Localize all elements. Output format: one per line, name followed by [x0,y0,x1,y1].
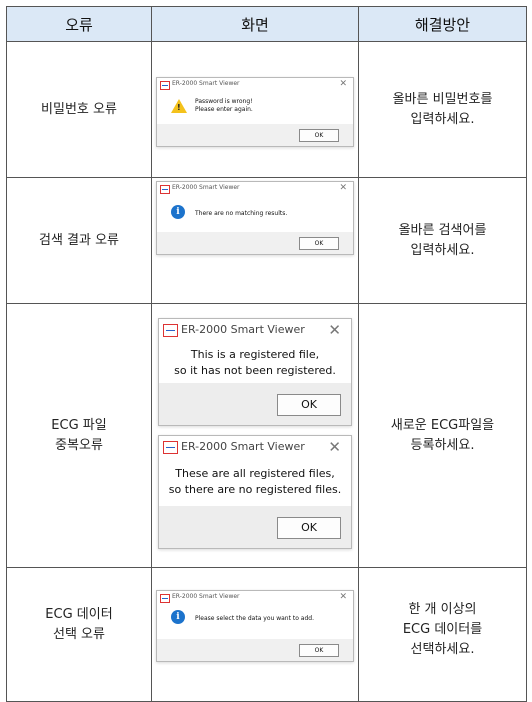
solution-cell: 새로운 ECG파일을 등록하세요. [358,303,527,568]
ok-button[interactable]: OK [277,517,341,539]
header-error: 오류 [6,6,152,42]
solution-cell: 한 개 이상의 ECG 데이터를 선택하세요. [358,567,527,702]
table-row: ECG 데이터 선택 오류 ER-2000 Smart Viewer ✕ i P… [6,567,527,702]
dialog-message: Password is wrong! Please enter again. [195,98,253,113]
dialog-title: ER-2000 Smart Viewer [181,323,305,336]
app-logo-icon [160,594,170,603]
error-cell: ECG 데이터 선택 오류 [6,567,152,702]
dialog-title: ER-2000 Smart Viewer [181,440,305,453]
table-row: 검색 결과 오류 ER-2000 Smart Viewer ✕ i There … [6,177,527,304]
dialog-titlebar: ER-2000 Smart Viewer ✕ [157,182,353,196]
dialog-titlebar: ER-2000 Smart Viewer ✕ [157,591,353,605]
dialog-select-data: ER-2000 Smart Viewer ✕ i Please select t… [156,590,354,662]
dialog-footer: OK [159,506,351,548]
dialog-message: These are all registered files, so there… [168,467,342,496]
dialog-title: ER-2000 Smart Viewer [172,184,240,191]
info-icon: i [171,610,185,624]
dialog-message: This is a registered file, so it has not… [174,348,336,377]
header-screen: 화면 [151,6,359,42]
error-cell: 비밀번호 오류 [6,41,152,178]
dialog-titlebar: ER-2000 Smart Viewer ✕ [159,436,351,460]
app-logo-icon [160,185,170,194]
dialog-message: Please select the data you want to add. [195,615,314,622]
solution-cell: 올바른 비밀번호를 입력하세요. [358,41,527,178]
table-row: 비밀번호 오류 ER-2000 Smart Viewer ✕ ! Passwor… [6,41,527,178]
app-logo-icon [160,81,170,90]
ok-button[interactable]: OK [299,129,339,142]
screen-cell: ER-2000 Smart Viewer ✕ i Please select t… [151,567,359,702]
dialog-footer: OK [157,232,353,254]
dialog-footer: OK [157,639,353,661]
dialog-title: ER-2000 Smart Viewer [172,593,240,600]
dialog-no-results: ER-2000 Smart Viewer ✕ i There are no ma… [156,181,354,255]
screen-cell: ER-2000 Smart Viewer ✕ ! Password is wro… [151,41,359,178]
info-icon: i [171,205,185,219]
close-icon[interactable]: ✕ [339,591,347,603]
table-row: ECG 파일 중복오류 ER-2000 Smart Viewer ✕ This … [6,303,527,568]
solution-cell: 올바른 검색어를 입력하세요. [358,177,527,304]
close-icon[interactable]: ✕ [339,78,347,90]
screen-cell: ER-2000 Smart Viewer ✕ This is a registe… [151,303,359,568]
dialog-titlebar: ER-2000 Smart Viewer ✕ [159,319,351,343]
close-icon[interactable]: ✕ [328,322,341,338]
warning-icon: ! [171,99,187,113]
screen-cell: ER-2000 Smart Viewer ✕ i There are no ma… [151,177,359,304]
dialog-titlebar: ER-2000 Smart Viewer ✕ [157,78,353,92]
dialog-footer: OK [159,383,351,425]
header-solution: 해결방안 [358,6,527,42]
close-icon[interactable]: ✕ [328,439,341,455]
dialog-message: There are no matching results. [195,210,288,217]
error-cell: ECG 파일 중복오류 [6,303,152,568]
ok-button[interactable]: OK [299,644,339,657]
app-logo-icon [163,441,178,454]
dialog-password-wrong: ER-2000 Smart Viewer ✕ ! Password is wro… [156,77,354,147]
error-cell: 검색 결과 오류 [6,177,152,304]
ok-button[interactable]: OK [299,237,339,250]
ok-button[interactable]: OK [277,394,341,416]
app-logo-icon [163,324,178,337]
dialog-title: ER-2000 Smart Viewer [172,80,240,87]
header-row: 오류 화면 해결방안 [6,6,527,42]
error-table: 오류 화면 해결방안 비밀번호 오류 ER-2000 Smart Viewer … [6,6,527,702]
dialog-footer: OK [157,124,353,146]
dialog-registered-file: ER-2000 Smart Viewer ✕ This is a registe… [158,318,352,426]
close-icon[interactable]: ✕ [339,182,347,194]
dialog-all-registered: ER-2000 Smart Viewer ✕ These are all reg… [158,435,352,549]
